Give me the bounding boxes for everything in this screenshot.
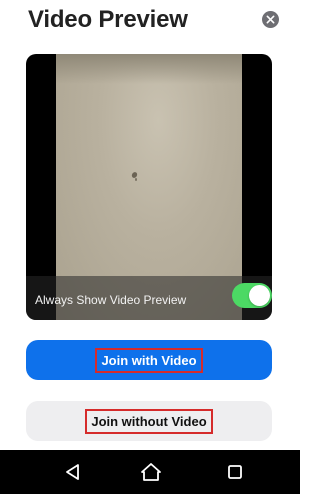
close-button[interactable] [262,11,279,28]
home-icon [141,463,161,481]
always-show-preview-toggle[interactable] [232,283,272,308]
video-preview: Always Show Video Preview [26,54,272,320]
back-icon [66,464,79,480]
join-with-video-label: Join with Video [95,347,203,373]
join-without-video-label: Join without Video [85,408,213,434]
home-button[interactable] [138,459,164,485]
android-nav-bar [0,450,300,494]
page-title: Video Preview [28,6,188,33]
close-icon [266,15,275,24]
back-button[interactable] [60,459,86,485]
recents-icon [228,465,242,479]
camera-feed-detail [135,178,137,181]
always-show-preview-label: Always Show Video Preview [35,293,187,307]
join-without-video-button[interactable]: Join without Video [26,401,272,441]
join-with-video-button[interactable]: Join with Video [26,340,272,380]
recents-button[interactable] [222,459,248,485]
toggle-knob [249,285,270,306]
